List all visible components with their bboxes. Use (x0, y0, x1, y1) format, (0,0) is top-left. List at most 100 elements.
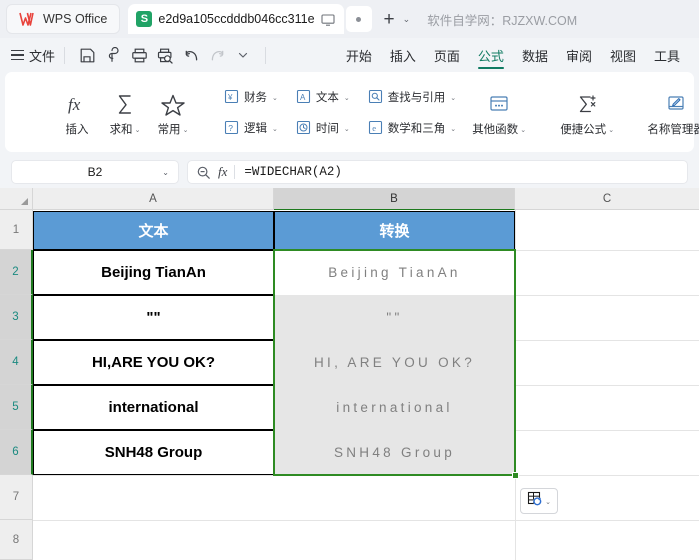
chevron-down-icon[interactable]: ⌄ (520, 126, 526, 134)
common-functions-button[interactable]: 常用 ⌄ (149, 80, 197, 144)
new-tab-button[interactable]: + (382, 10, 397, 29)
wps-office-label: WPS Office (43, 12, 108, 26)
chevron-down-icon[interactable]: ⌄ (272, 125, 278, 133)
text-icon: A (296, 89, 311, 104)
other-functions-button[interactable]: 其他函数 ⌄ (468, 80, 530, 144)
row-header-4[interactable]: 4 (0, 340, 33, 385)
name-box-value: B2 (87, 165, 103, 179)
column-header-b[interactable]: B (274, 188, 515, 210)
datetime-label: 时间 (315, 122, 339, 135)
gridline (515, 430, 699, 431)
tab-data[interactable]: 数据 (513, 38, 557, 72)
math-trig-label: 数学和三角 (387, 122, 446, 135)
logical-functions-button[interactable]: ? 逻辑 ⌄ (220, 117, 282, 139)
row-header-1[interactable]: 1 (0, 210, 33, 250)
ribbon-group-function-library: ¥ 财务 ⌄ ? 逻辑 ⌄ A 文本 ⌄ 时间 ⌄ 查找与引用 ⌄ e 数学和三… (220, 72, 460, 152)
gridline (33, 475, 699, 476)
print-icon[interactable] (126, 43, 152, 67)
text-functions-button[interactable]: A 文本 ⌄ (292, 86, 354, 108)
wps-office-home-tab[interactable]: WPS Office (6, 4, 121, 34)
cell-B6[interactable]: SNH48 Group (274, 430, 515, 475)
lookup-icon (368, 89, 383, 104)
cell-A4[interactable]: HI,ARE YOU OK? (33, 340, 274, 385)
chevron-down-icon[interactable] (230, 43, 256, 67)
redo-icon (204, 43, 230, 67)
ribbon-formulas-panel: fx 插入 求和 ⌄ 常用 ⌄ ¥ 财务 ⌄ ? 逻辑 ⌄ A 文本 ⌄ 时间 … (5, 72, 699, 152)
chevron-down-icon[interactable]: ⌄ (545, 498, 551, 506)
cell-A1[interactable]: 文本 (33, 211, 274, 250)
select-all-corner[interactable] (0, 188, 33, 210)
row-header-8[interactable]: 8 (0, 520, 33, 560)
print-preview-icon[interactable] (152, 43, 178, 67)
name-box[interactable]: B2 ⌄ (11, 160, 179, 184)
undo-icon[interactable] (178, 43, 204, 67)
wps-spreadsheet-window: WPS Office S e2d9a105ccdddb046cc311e + ⌄… (0, 0, 699, 560)
cell-B3[interactable]: "" (274, 295, 515, 340)
chevron-down-icon[interactable]: ⌄ (403, 14, 411, 25)
column-header-a[interactable]: A (33, 188, 274, 210)
fx-icon[interactable]: fx (218, 164, 234, 180)
logical-label: 逻辑 (244, 122, 267, 135)
fx-icon: fx (64, 88, 90, 116)
tab-page[interactable]: 页面 (425, 38, 469, 72)
cell-B2[interactable]: Beijing TianAn (274, 250, 515, 295)
financial-functions-button[interactable]: ¥ 财务 ⌄ (220, 86, 282, 108)
paste-options-button[interactable]: ⌄ (520, 488, 558, 514)
chevron-down-icon[interactable]: ⌄ (272, 94, 278, 102)
row-header-7[interactable]: 7 (0, 475, 33, 520)
wps-logo-icon (19, 12, 36, 27)
row-header-3[interactable]: 3 (0, 295, 33, 340)
chevron-down-icon[interactable]: ⌄ (135, 126, 141, 134)
row-header-column: 1 2 3 4 5 6 7 8 (0, 210, 33, 560)
menu-hamburger-icon[interactable] (11, 49, 24, 61)
cell-A3[interactable]: "" (33, 295, 274, 340)
tab-options-button[interactable] (345, 6, 372, 32)
chevron-down-icon[interactable]: ⌄ (183, 126, 189, 134)
tab-review[interactable]: 审阅 (557, 38, 601, 72)
chevron-down-icon[interactable]: ⌄ (450, 125, 456, 133)
document-tab[interactable]: S e2d9a105ccdddb046cc311e (128, 4, 344, 34)
cell-B5[interactable]: international (274, 385, 515, 430)
cell-A5[interactable]: international (33, 385, 274, 430)
chevron-down-icon[interactable]: ⌄ (344, 125, 350, 133)
tab-tools[interactable]: 工具 (645, 38, 689, 72)
formula-input[interactable]: =WIDECHAR(A2) (235, 165, 342, 179)
lookup-reference-functions-button[interactable]: 查找与引用 ⌄ (364, 86, 460, 108)
search-function-icon[interactable] (188, 165, 218, 180)
fill-handle[interactable] (512, 472, 519, 479)
row-header-5[interactable]: 5 (0, 385, 33, 430)
chevron-down-icon[interactable]: ⌄ (344, 94, 350, 102)
gridline (515, 250, 699, 251)
share-link-icon[interactable] (100, 43, 126, 67)
chevron-down-icon[interactable]: ⌄ (162, 168, 169, 177)
name-manager-button[interactable]: 名称管理器 (638, 80, 699, 144)
convenient-formula-button[interactable]: 便捷公式 ⌄ (553, 80, 621, 144)
datetime-functions-button[interactable]: 时间 ⌄ (292, 117, 354, 139)
file-menu-button[interactable]: 文件 (29, 46, 55, 65)
column-header-c[interactable]: C (515, 188, 699, 210)
save-icon[interactable] (74, 43, 100, 67)
cell-B1[interactable]: 转换 (274, 211, 515, 250)
formula-bar: B2 ⌄ fx =WIDECHAR(A2) (0, 156, 699, 188)
svg-text:fx: fx (68, 95, 81, 114)
ribbon-group-other-functions: 其他函数 ⌄ (468, 72, 530, 152)
logic-icon: ? (224, 120, 239, 135)
row-header-2[interactable]: 2 (0, 250, 33, 295)
text-label: 文本 (315, 91, 339, 104)
cell-A6[interactable]: SNH48 Group (33, 430, 274, 475)
math-icon: e (368, 120, 383, 135)
tab-view[interactable]: 视图 (601, 38, 645, 72)
tab-start[interactable]: 开始 (337, 38, 381, 72)
chevron-down-icon[interactable]: ⌄ (608, 126, 614, 134)
insert-function-button[interactable]: fx 插入 (53, 80, 101, 144)
cell-B4[interactable]: HI, ARE YOU OK? (274, 340, 515, 385)
math-trig-functions-button[interactable]: e 数学和三角 ⌄ (364, 117, 460, 139)
cell-A2[interactable]: Beijing TianAn (33, 250, 274, 295)
formula-input-wrapper[interactable]: fx =WIDECHAR(A2) (187, 160, 688, 184)
convenient-formula-label: 便捷公式 (560, 123, 607, 136)
autosum-button[interactable]: 求和 ⌄ (101, 80, 149, 144)
chevron-down-icon[interactable]: ⌄ (450, 94, 456, 102)
tab-insert[interactable]: 插入 (381, 38, 425, 72)
tab-formulas[interactable]: 公式 (469, 38, 513, 72)
row-header-6[interactable]: 6 (0, 430, 33, 475)
